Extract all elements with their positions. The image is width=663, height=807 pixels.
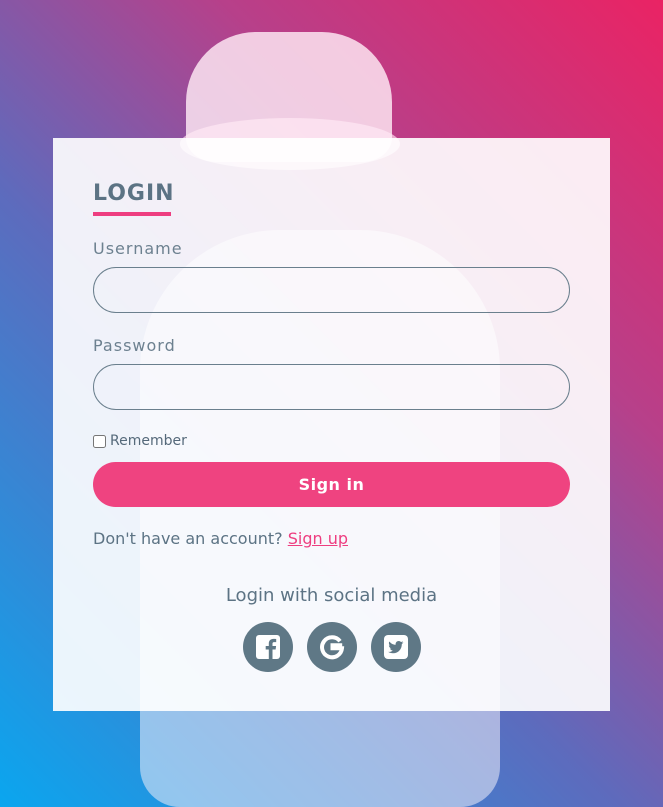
title-underline [93, 212, 171, 216]
sign-in-button[interactable]: Sign in [93, 462, 570, 507]
twitter-icon [384, 635, 408, 659]
remember-label: Remember [110, 433, 187, 449]
remember-checkbox[interactable] [93, 434, 106, 448]
sign-up-link[interactable]: Sign up [288, 529, 348, 548]
facebook-button[interactable] [243, 622, 293, 672]
username-label: Username [93, 239, 183, 258]
social-login-title: Login with social media [225, 585, 438, 606]
login-card: LOGIN Username Password Remember Sign in… [53, 138, 610, 711]
username-input[interactable] [93, 267, 570, 313]
password-label: Password [93, 336, 176, 355]
login-title: LOGIN [93, 181, 175, 206]
signup-prompt: Don't have an account? Sign up [93, 529, 348, 548]
remember-option[interactable]: Remember [93, 433, 187, 449]
password-input[interactable] [93, 364, 570, 410]
twitter-button[interactable] [371, 622, 421, 672]
google-icon [320, 635, 345, 660]
google-button[interactable] [307, 622, 357, 672]
social-login-buttons [243, 622, 421, 672]
facebook-icon [256, 635, 280, 659]
signup-prompt-text: Don't have an account? [93, 529, 283, 548]
